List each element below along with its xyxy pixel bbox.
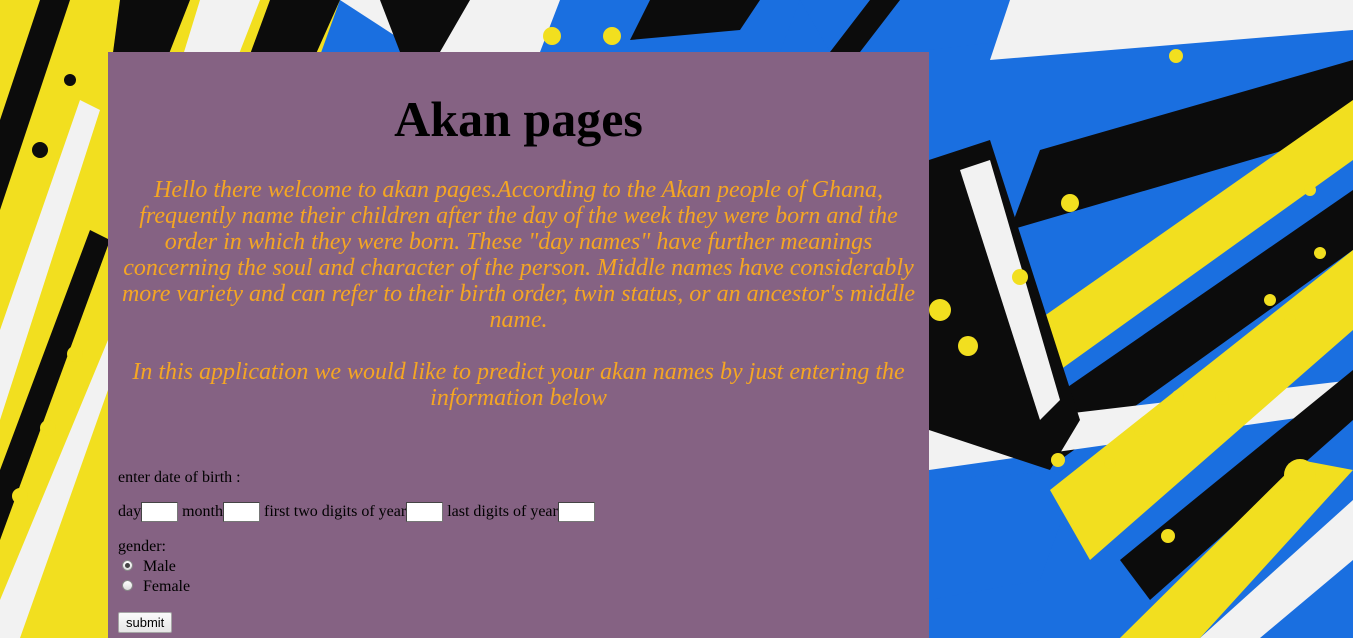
male-label: Male <box>143 558 176 575</box>
day-input[interactable] <box>141 502 179 522</box>
intro-paragraph: Hello there welcome to akan pages.Accord… <box>121 177 916 333</box>
dob-label: enter date of birth : <box>118 469 241 486</box>
century-label: first two digits of year <box>264 503 407 520</box>
gender-option-male[interactable]: Male <box>122 557 176 577</box>
gender-option-female[interactable]: Female <box>122 577 190 597</box>
female-radio[interactable] <box>122 579 133 591</box>
century-input[interactable] <box>406 502 444 522</box>
instructions-paragraph: In this application we would like to pre… <box>132 359 905 411</box>
month-input[interactable] <box>223 502 260 522</box>
year-label: last digits of year <box>447 503 558 520</box>
content-panel: Akan pages Hello there welcome to akan p… <box>108 52 929 638</box>
page-title: Akan pages <box>394 91 643 147</box>
male-radio[interactable] <box>122 559 133 571</box>
female-label: Female <box>143 578 191 595</box>
year-input[interactable] <box>557 502 595 522</box>
submit-button[interactable]: submit <box>118 612 173 633</box>
day-label: day <box>118 503 142 520</box>
dob-row: day month first two digits of year last … <box>118 502 595 522</box>
gender-label: gender: <box>118 538 166 555</box>
month-label: month <box>182 503 223 520</box>
